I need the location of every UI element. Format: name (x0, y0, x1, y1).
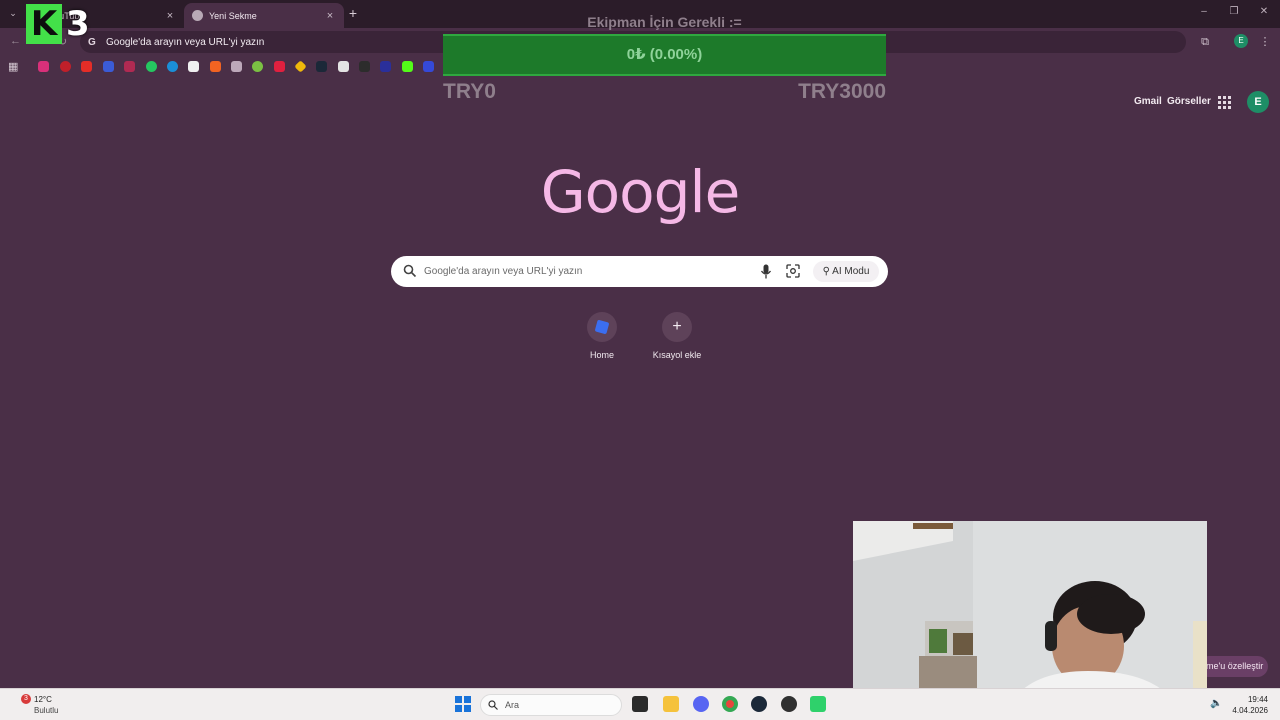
paperclip-icon[interactable] (231, 61, 242, 72)
edge-icon[interactable] (167, 61, 178, 72)
menu-icon[interactable]: ⋮ (1258, 35, 1272, 49)
images-link[interactable]: Görseller (1167, 96, 1211, 107)
taskbar-search[interactable]: Ara (480, 694, 622, 716)
ai-mode-label: AI Modu (832, 266, 870, 277)
streamlabs-icon[interactable] (810, 696, 826, 712)
tab-label: Yeni Sekme (209, 10, 257, 21)
donation-goal-bar: 0₺ (0.00%) (443, 34, 886, 76)
microphone-icon[interactable] (760, 264, 772, 279)
search-placeholder: Google'da arayın veya URL'yi yazın (424, 266, 583, 277)
bookmark-icon[interactable] (124, 61, 135, 72)
discord-icon[interactable] (693, 696, 709, 712)
steam-taskbar-icon[interactable] (751, 696, 767, 712)
obs-icon[interactable] (781, 696, 797, 712)
search-box[interactable]: Google'da arayın veya URL'yi yazın ⚲ AI … (391, 256, 888, 287)
new-tab-button[interactable]: + (344, 5, 362, 21)
stream-logo: K 3 (26, 4, 94, 46)
pinterest-icon[interactable] (60, 61, 71, 72)
gmail-link[interactable]: Gmail (1134, 96, 1162, 107)
ai-mode-search-icon: ⚲ (822, 266, 830, 277)
weather-temperature: 12°C (34, 695, 52, 704)
roblox-icon[interactable] (103, 61, 114, 72)
customize-chrome-button[interactable]: me'u özelleştir (1198, 656, 1268, 677)
taskbar-search-icon (488, 700, 498, 710)
apps-grid-icon[interactable]: ▦ (8, 60, 18, 73)
bookmark-green-icon[interactable] (252, 61, 263, 72)
task-view-icon[interactable] (632, 696, 648, 712)
instagram-icon[interactable] (38, 61, 49, 72)
system-clock[interactable]: 19:44 4.04.2026 (1228, 694, 1268, 716)
omnibox-text: Google'da arayın veya URL'yi yazın (106, 36, 265, 48)
shortcut-label: Kısayol ekle (652, 350, 702, 360)
chrome-icon[interactable] (722, 696, 738, 712)
shortcut-add[interactable]: + Kısayol ekle (642, 312, 712, 360)
back-icon[interactable]: ← (10, 35, 21, 47)
clock-time: 19:44 (1247, 695, 1268, 704)
clock-date: 4.04.2026 (1232, 706, 1268, 715)
stream-logo-letter: K (26, 4, 62, 44)
plus-icon: + (672, 318, 682, 335)
google-logo: Google (540, 158, 741, 226)
weather-widget[interactable]: 3 12°C Bulutlu (16, 694, 96, 716)
google-apps-icon[interactable] (1218, 96, 1232, 110)
steam-icon[interactable] (316, 61, 327, 72)
donation-goal-title: Ekipman İçin Gerekli := (587, 14, 742, 30)
tab-close-icon[interactable]: × (324, 10, 336, 22)
minimize-icon[interactable]: – (1197, 6, 1211, 17)
shortcut-circle: + (662, 312, 692, 342)
bookmark-blue-icon[interactable] (423, 61, 434, 72)
donation-goal-max: TRY3000 (798, 80, 886, 103)
home-app-icon (594, 319, 610, 335)
donation-goal-value: 0₺ (0.00%) (626, 46, 703, 63)
restore-icon[interactable]: ❐ (1227, 6, 1241, 17)
kick-icon[interactable] (402, 61, 413, 72)
extensions-icon[interactable]: ⧉ (1198, 35, 1212, 49)
bookmark-red-icon[interactable] (274, 61, 285, 72)
stream-logo-number: 3 (66, 4, 90, 44)
ai-mode-button[interactable]: ⚲ AI Modu (813, 261, 879, 282)
weather-badge: 3 (21, 694, 31, 704)
threads-icon[interactable] (188, 61, 199, 72)
shortcut-label: Home (589, 350, 614, 360)
windows-start-icon[interactable] (455, 696, 471, 712)
shortcut-circle (587, 312, 617, 342)
tab-close-icon[interactable]: × (164, 10, 176, 22)
bookmark-white-icon[interactable] (338, 61, 349, 72)
taskbar-search-label: Ara (505, 700, 520, 710)
bookmark-navy-icon[interactable] (380, 61, 391, 72)
search-icon (403, 264, 417, 278)
profile-avatar[interactable]: E (1234, 34, 1248, 48)
tab-search-chevron-icon[interactable]: ⌄ (6, 6, 20, 20)
google-lens-icon[interactable] (786, 264, 800, 278)
bookmark-dark-icon[interactable] (359, 61, 370, 72)
donation-goal-min: TRY0 (443, 80, 496, 103)
soundcloud-icon[interactable] (210, 61, 221, 72)
windows-taskbar: 3 12°C Bulutlu Ara 🔈 19:44 4.04.2026 (0, 688, 1280, 720)
globe-favicon-icon (192, 10, 203, 21)
account-avatar[interactable]: E (1247, 91, 1269, 113)
binance-icon[interactable] (294, 60, 307, 73)
shortcut-home[interactable]: Home (567, 312, 637, 360)
weather-description: Bulutlu (34, 706, 59, 715)
close-window-icon[interactable]: ✕ (1257, 6, 1271, 17)
tab-new-tab[interactable]: Yeni Sekme × (184, 3, 344, 28)
youtube-icon[interactable] (81, 61, 92, 72)
whatsapp-icon[interactable] (146, 61, 157, 72)
file-explorer-icon[interactable] (663, 696, 679, 712)
volume-icon[interactable]: 🔈 (1210, 698, 1222, 709)
